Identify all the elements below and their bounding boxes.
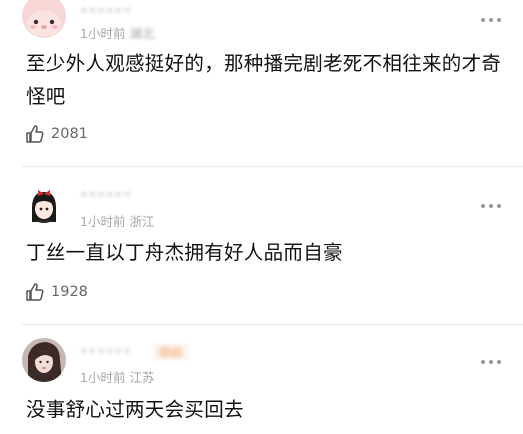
divider — [22, 324, 523, 325]
thumbs-up-icon — [26, 283, 44, 301]
comment-location: 浙江 — [129, 214, 155, 229]
thumbs-up-icon — [26, 125, 44, 143]
comment-meta: 1小时前 浙江 — [80, 211, 154, 230]
more-options-icon[interactable] — [481, 202, 501, 210]
photo-girl-avatar-icon — [22, 338, 66, 382]
comment-text: 至少外人观感挺好的，那种播完剧老死不相往来的才奇怪吧 — [26, 52, 502, 108]
more-options-icon[interactable] — [481, 358, 501, 366]
divider — [22, 166, 523, 167]
like-count: 1928 — [51, 284, 88, 300]
pink-bear-avatar-icon — [22, 0, 66, 38]
like-button[interactable]: 1928 — [25, 282, 88, 302]
like-count: 2081 — [51, 126, 88, 142]
comment-meta: 1小时前 湖北 — [80, 23, 154, 42]
user-tag: 粉丝 — [154, 344, 189, 360]
comment-text: 没事舒心过两天会买回去 — [26, 398, 244, 421]
username[interactable]: •••••• — [80, 188, 132, 204]
more-options-icon[interactable] — [481, 16, 501, 24]
user-avatar[interactable] — [22, 0, 66, 38]
comment-time: 1小时前 — [80, 26, 126, 41]
comment-location: 湖北 — [129, 26, 155, 41]
comment-meta: 1小时前 江苏 — [80, 367, 154, 386]
username[interactable]: •••••• — [80, 4, 132, 20]
comment-time: 1小时前 — [80, 214, 126, 229]
user-avatar[interactable] — [22, 338, 66, 382]
like-button[interactable]: 2081 — [25, 124, 88, 144]
user-avatar[interactable] — [22, 182, 66, 226]
comment-text: 丁丝一直以丁舟杰拥有好人品而自豪 — [26, 241, 343, 264]
comment-time: 1小时前 — [80, 370, 126, 385]
username[interactable]: •••••• 粉丝 — [80, 344, 189, 360]
cartoon-girl-avatar-icon — [22, 182, 66, 226]
comment-location: 江苏 — [129, 370, 155, 385]
